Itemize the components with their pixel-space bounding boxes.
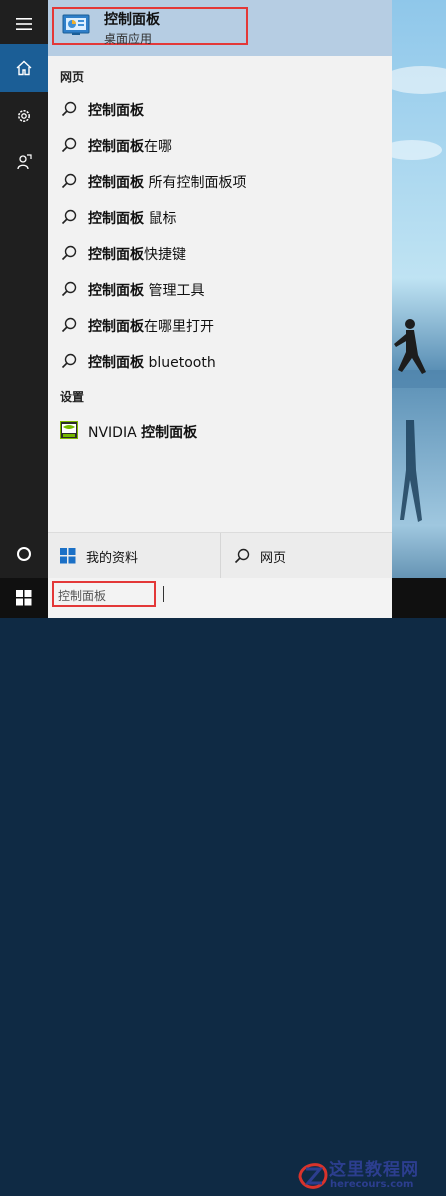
web-result-label: 控制面板 管理工具 bbox=[88, 280, 204, 300]
web-result-label: 控制面板 所有控制面板项 bbox=[88, 172, 246, 192]
web-result-suffix: 管理工具 bbox=[144, 283, 205, 299]
watermark: 这里教程网 herecours.com bbox=[296, 1155, 446, 1196]
magnifier-icon bbox=[61, 245, 77, 261]
start-rail bbox=[0, 0, 48, 578]
filter-my-stuff-button[interactable]: 我的资料 bbox=[60, 533, 138, 579]
web-result-suffix: 在哪 bbox=[144, 139, 172, 155]
watermark-title: 这里教程网 bbox=[329, 1160, 419, 1180]
web-result-label: 控制面板快捷键 bbox=[88, 244, 186, 264]
magnifier-icon bbox=[61, 281, 77, 297]
web-result-bold: 控制面板 bbox=[88, 355, 144, 371]
text-caret bbox=[163, 586, 164, 602]
web-result-label: 控制面板 bbox=[88, 100, 144, 120]
filter-divider bbox=[220, 533, 221, 579]
web-result-bold: 控制面板 bbox=[88, 139, 144, 155]
filter-web-button[interactable]: 网页 bbox=[234, 533, 286, 579]
magnifier-icon bbox=[61, 101, 77, 117]
web-result-item[interactable]: 控制面板快捷键 bbox=[48, 235, 392, 271]
home-button[interactable] bbox=[0, 44, 48, 92]
web-result-item[interactable]: 控制面板 所有控制面板项 bbox=[48, 163, 392, 199]
web-result-label: 控制面板 bluetooth bbox=[88, 352, 216, 372]
web-result-bold: 控制面板 bbox=[88, 247, 144, 263]
web-result-item[interactable]: 控制面板 鼠标 bbox=[48, 199, 392, 235]
control-panel-icon bbox=[62, 14, 90, 35]
best-match-result[interactable]: 控制面板 桌面应用 bbox=[48, 0, 392, 56]
nvidia-app-icon bbox=[60, 421, 78, 439]
best-match-title: 控制面板 bbox=[104, 12, 160, 28]
nvidia-result-label: NVIDIA 控制面板 bbox=[88, 422, 197, 442]
filter-my-stuff-label: 我的资料 bbox=[86, 550, 139, 566]
taskbar-search-box[interactable]: 控制面板 bbox=[48, 578, 392, 618]
hamburger-icon bbox=[16, 18, 32, 30]
best-match-subtitle: 桌面应用 bbox=[104, 32, 153, 46]
web-result-suffix: 在哪里打开 bbox=[144, 319, 214, 335]
web-result-label: 控制面板 鼠标 bbox=[88, 208, 176, 228]
cortana-button[interactable] bbox=[0, 530, 48, 578]
home-icon bbox=[16, 60, 32, 76]
magnifier-icon bbox=[61, 173, 77, 189]
settings-gear-icon bbox=[18, 110, 30, 122]
nvidia-bold: 控制面板 bbox=[141, 425, 198, 441]
notebook-settings-button[interactable] bbox=[0, 92, 48, 140]
web-result-suffix: bluetooth bbox=[144, 355, 216, 371]
web-result-suffix: 所有控制面板项 bbox=[144, 175, 247, 191]
feedback-button[interactable] bbox=[0, 138, 48, 186]
search-results-panel: 控制面板 桌面应用 网页 控制面板 控制面板在哪 控制面板 所有控制面板项 控制面板 … bbox=[48, 0, 392, 579]
magnifier-icon bbox=[61, 317, 77, 333]
start-button[interactable] bbox=[0, 578, 48, 618]
magnifier-icon bbox=[234, 548, 250, 564]
web-result-item[interactable]: 控制面板 管理工具 bbox=[48, 271, 392, 307]
magnifier-icon bbox=[61, 353, 77, 369]
cortana-circle-icon bbox=[17, 547, 31, 561]
magnifier-icon bbox=[61, 137, 77, 153]
desktop-wallpaper bbox=[392, 0, 446, 618]
web-result-bold: 控制面板 bbox=[88, 175, 144, 191]
watermark-logo-icon bbox=[298, 1163, 328, 1189]
web-result-item[interactable]: 控制面板在哪里打开 bbox=[48, 307, 392, 343]
windows-start-icon bbox=[16, 590, 32, 606]
web-result-bold: 控制面板 bbox=[88, 319, 144, 335]
feedback-icon bbox=[17, 154, 32, 170]
magnifier-icon bbox=[61, 209, 77, 225]
web-result-bold: 控制面板 bbox=[88, 283, 144, 299]
search-filter-bar: 我的资料 网页 bbox=[48, 532, 392, 579]
web-result-item[interactable]: 控制面板 bbox=[48, 91, 392, 127]
web-result-label: 控制面板在哪 bbox=[88, 136, 172, 156]
taskbar: 控制面板 这里教程网 herecours.com bbox=[0, 578, 446, 1190]
nvidia-prefix: NVIDIA bbox=[88, 425, 142, 441]
windows-logo-icon bbox=[60, 548, 76, 564]
section-web-label: 网页 bbox=[60, 70, 85, 84]
web-result-suffix: 鼠标 bbox=[144, 211, 177, 227]
web-result-label: 控制面板在哪里打开 bbox=[88, 316, 214, 336]
settings-result-nvidia[interactable]: NVIDIA 控制面板 bbox=[48, 412, 392, 448]
section-settings-label: 设置 bbox=[60, 390, 85, 404]
web-result-bold: 控制面板 bbox=[88, 211, 144, 227]
web-result-bold: 控制面板 bbox=[88, 103, 144, 119]
search-input-text[interactable]: 控制面板 bbox=[58, 587, 106, 604]
hamburger-menu-button[interactable] bbox=[0, 0, 48, 48]
web-result-suffix: 快捷键 bbox=[144, 247, 186, 263]
web-result-item[interactable]: 控制面板 bluetooth bbox=[48, 343, 392, 379]
web-result-item[interactable]: 控制面板在哪 bbox=[48, 127, 392, 163]
watermark-url: herecours.com bbox=[330, 1179, 414, 1190]
filter-web-label: 网页 bbox=[260, 550, 287, 566]
